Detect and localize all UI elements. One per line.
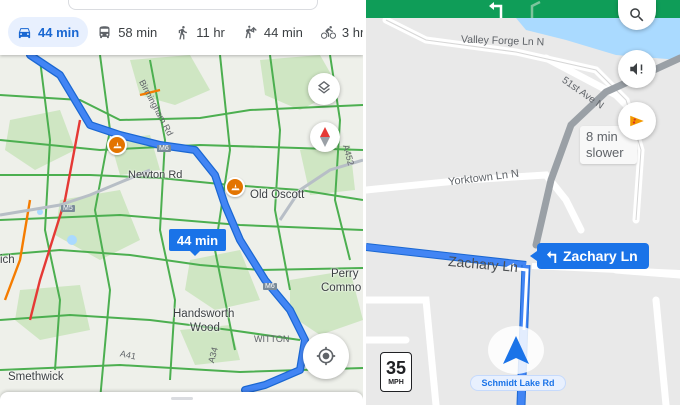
speed-limit-unit: MPH [388, 379, 404, 386]
place-label-ich: ich [0, 254, 15, 266]
search-field-edge[interactable] [68, 0, 318, 10]
place-label-wood: Wood [190, 322, 220, 334]
travel-mode-tabs: 44 min 58 min 11 hr 44 min 3 hr [8, 17, 363, 47]
mode-tab-drive[interactable]: 44 min [8, 17, 89, 47]
roadworks-icon [112, 141, 122, 148]
place-label-perry: Perry [331, 268, 359, 280]
rideshare-icon [245, 25, 257, 38]
mode-tab-bike[interactable]: 3 hr [312, 17, 363, 47]
mode-label-drive: 44 min [38, 24, 80, 40]
search-icon [630, 8, 644, 22]
car-icon [18, 27, 31, 38]
travel-mode-bar: 44 min 58 min 11 hr 44 min 3 hr [0, 0, 363, 55]
directions-panel: 44 min 58 min 11 hr 44 min 3 hr Birmingh… [0, 0, 363, 405]
turn-left-icon [489, 2, 503, 18]
layers-button[interactable] [308, 73, 340, 105]
road-shield-m6-bottom: M6 [263, 283, 277, 290]
roadworks-icon [230, 183, 240, 190]
place-label-handsworth: Handsworth [173, 308, 235, 320]
walk-icon [178, 25, 188, 39]
next-turn-street: Zachary Ln [563, 248, 638, 264]
lane-straight-icon [530, 0, 541, 18]
route-duration-label[interactable]: 44 min [169, 229, 226, 256]
mode-tab-transit[interactable]: 58 min [88, 17, 166, 47]
mode-label-transit: 58 min [118, 24, 158, 40]
navigation-arrow-icon [503, 336, 529, 364]
bus-icon [99, 25, 110, 38]
navigation-panel: Valley Forge Ln N 51st Ave N Yorktown Ln… [366, 0, 680, 405]
place-label-old-oscott: Old Oscott [250, 189, 305, 201]
place-label-newton-rd: Newton Rd [128, 169, 183, 181]
traffic-incident-marker[interactable] [225, 177, 245, 197]
place-label-witton: WITTON [254, 334, 290, 344]
compass-button[interactable] [310, 122, 340, 152]
road-shield-m6-top: M6 [157, 145, 171, 152]
current-location-puck [488, 326, 544, 374]
sound-button[interactable] [618, 50, 656, 88]
place-label-smethwick: Smethwick [8, 371, 64, 383]
layers-icon [318, 81, 330, 94]
traffic-incident-marker[interactable] [107, 135, 127, 155]
drag-handle[interactable] [171, 397, 193, 400]
my-location-button[interactable] [303, 333, 349, 379]
mode-tab-rideshare[interactable]: 44 min [234, 17, 312, 47]
next-turn-chip[interactable]: Zachary Ln [530, 243, 649, 269]
mode-label-bike: 3 hr [341, 24, 363, 40]
my-location-icon [316, 346, 336, 366]
compass-icon [320, 127, 330, 147]
mode-label-rideshare: 44 min [263, 24, 303, 40]
mode-tab-walk[interactable]: 11 hr [166, 17, 234, 47]
place-label-commo: Commo [321, 282, 362, 294]
delay-label: slower [586, 145, 624, 160]
sound-alert-icon [630, 63, 643, 75]
turn-left-icon [546, 250, 557, 263]
road-shield-m5: M5 [61, 205, 75, 212]
food-search-button[interactable] [618, 102, 656, 140]
current-street-label: Schmidt Lake Rd [470, 375, 566, 391]
mode-label-walk: 11 hr [196, 24, 225, 40]
speed-limit-value: 35 [385, 358, 407, 378]
pizza-icon [630, 115, 644, 127]
bottom-sheet[interactable] [0, 392, 363, 405]
speed-limit-sign: 35 MPH [380, 352, 412, 392]
bike-icon [320, 25, 336, 39]
